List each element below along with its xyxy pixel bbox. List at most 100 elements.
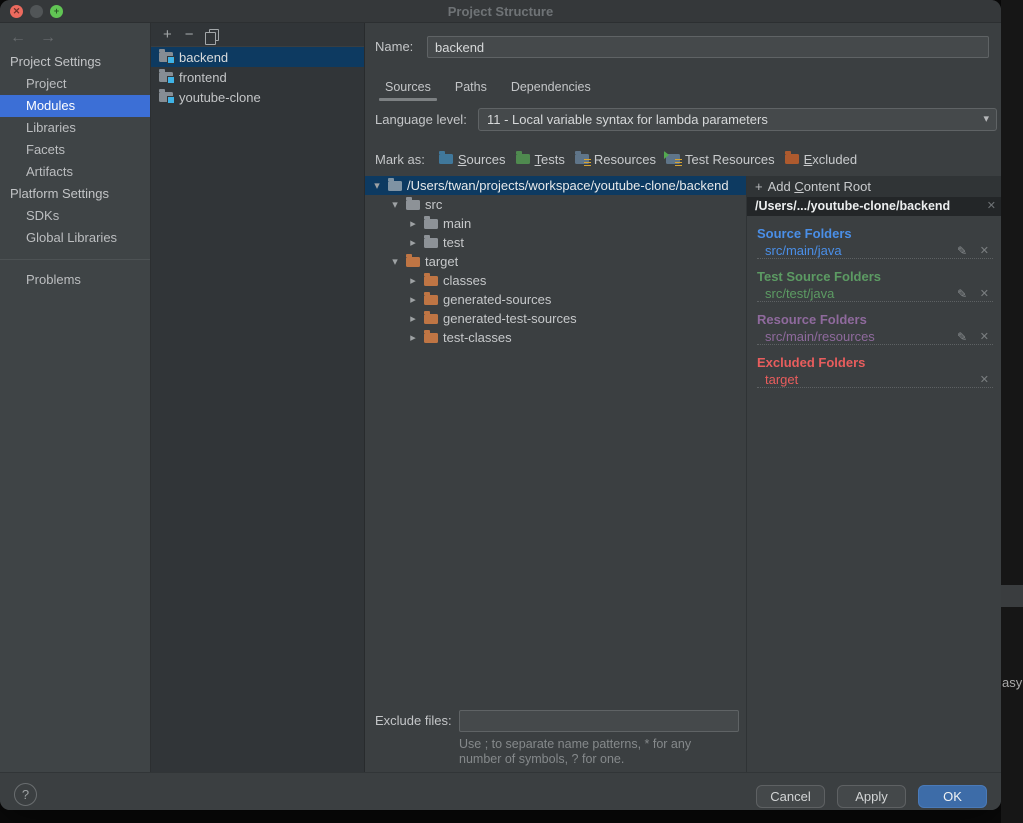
language-level-value: 11 - Local variable syntax for lambda pa… bbox=[487, 112, 768, 127]
mark-resources-button[interactable]: Resources bbox=[575, 152, 656, 167]
module-row-frontend[interactable]: frontend bbox=[151, 67, 364, 87]
close-icon[interactable]: ✕ bbox=[980, 372, 989, 389]
chevron-down-icon[interactable]: ▾ bbox=[389, 255, 401, 268]
chevron-right-icon[interactable]: ▸ bbox=[407, 217, 419, 230]
sidebar-nav: Project Settings Project Modules Librari… bbox=[0, 51, 150, 291]
background-window-text: asy bbox=[1002, 675, 1022, 690]
tree-row-generated-test-sources[interactable]: ▸ generated-test-sources bbox=[365, 309, 746, 328]
folder-entry[interactable]: src/main/java ✎ ✕ bbox=[757, 242, 993, 259]
source-folder-icon bbox=[439, 154, 453, 164]
sidebar-item-artifacts[interactable]: Artifacts bbox=[0, 161, 150, 183]
edit-icon[interactable]: ✎ bbox=[957, 329, 967, 346]
chevron-down-icon[interactable]: ▾ bbox=[389, 198, 401, 211]
folder-entry[interactable]: src/test/java ✎ ✕ bbox=[757, 285, 993, 302]
folder-entry[interactable]: target ✕ bbox=[757, 371, 993, 388]
project-structure-dialog: ✕ + Project Structure ←→ Project Setting… bbox=[0, 0, 1001, 810]
chevron-right-icon[interactable]: ▸ bbox=[407, 331, 419, 344]
chevron-right-icon[interactable]: ▸ bbox=[407, 293, 419, 306]
chevron-right-icon[interactable]: ▸ bbox=[407, 274, 419, 287]
title-bar[interactable]: ✕ + Project Structure bbox=[0, 0, 1001, 23]
content-root-tree: ▾ /Users/twan/projects/workspace/youtube… bbox=[365, 176, 746, 347]
mark-test-resources-button[interactable]: Test Resources bbox=[666, 152, 775, 167]
resources-folder-icon bbox=[575, 154, 589, 164]
cancel-button[interactable]: Cancel bbox=[756, 785, 825, 808]
resource-folders-group: Resource Folders src/main/resources ✎ ✕ bbox=[757, 311, 993, 345]
tree-label: generated-sources bbox=[443, 292, 551, 307]
close-icon[interactable]: ✕ bbox=[980, 286, 989, 303]
module-name: youtube-clone bbox=[179, 90, 261, 105]
sidebar-divider bbox=[0, 259, 150, 260]
sidebar-item-modules[interactable]: Modules bbox=[0, 95, 150, 117]
sidebar-header-platform-settings: Platform Settings bbox=[0, 183, 150, 205]
folder-icon bbox=[424, 314, 438, 324]
exclude-files-input[interactable] bbox=[459, 710, 739, 732]
edit-icon[interactable]: ✎ bbox=[957, 243, 967, 260]
folder-entry[interactable]: src/main/resources ✎ ✕ bbox=[757, 328, 993, 345]
tree-row-root[interactable]: ▾ /Users/twan/projects/workspace/youtube… bbox=[365, 176, 746, 195]
add-module-icon[interactable]: + bbox=[163, 23, 172, 47]
sidebar-item-global-libraries[interactable]: Global Libraries bbox=[0, 227, 150, 249]
copy-module-icon[interactable] bbox=[209, 29, 219, 41]
tree-label: main bbox=[443, 216, 471, 231]
edit-icon[interactable]: ✎ bbox=[957, 286, 967, 303]
sidebar-item-problems[interactable]: Problems bbox=[0, 269, 150, 291]
source-folders-group: Source Folders src/main/java ✎ ✕ bbox=[757, 225, 993, 259]
sidebar-item-sdks[interactable]: SDKs bbox=[0, 205, 150, 227]
tree-row-main[interactable]: ▸ main bbox=[365, 214, 746, 233]
tree-row-generated-sources[interactable]: ▸ generated-sources bbox=[365, 290, 746, 309]
tab-paths[interactable]: Paths bbox=[455, 75, 487, 99]
group-title: Test Source Folders bbox=[757, 268, 993, 285]
exclude-files-hint: Use ; to separate name patterns, * for a… bbox=[459, 737, 691, 767]
test-source-folders-group: Test Source Folders src/test/java ✎ ✕ bbox=[757, 268, 993, 302]
help-button[interactable]: ? bbox=[14, 783, 37, 806]
add-content-root-button[interactable]: +Add Content Root bbox=[747, 176, 1001, 197]
apply-button[interactable]: Apply bbox=[837, 785, 906, 808]
tab-dependencies[interactable]: Dependencies bbox=[511, 75, 591, 99]
mark-excluded-button[interactable]: Excluded bbox=[785, 152, 857, 167]
folder-path: target bbox=[765, 372, 798, 387]
sidebar-item-project[interactable]: Project bbox=[0, 73, 150, 95]
tree-row-classes[interactable]: ▸ classes bbox=[365, 271, 746, 290]
sidebar-item-facets[interactable]: Facets bbox=[0, 139, 150, 161]
sidebar-item-libraries[interactable]: Libraries bbox=[0, 117, 150, 139]
close-icon[interactable]: ✕ bbox=[980, 243, 989, 260]
chevron-right-icon[interactable]: ▸ bbox=[407, 236, 419, 249]
close-icon[interactable]: ✕ bbox=[980, 329, 989, 346]
tree-label: target bbox=[425, 254, 458, 269]
folder-path: src/main/resources bbox=[765, 329, 875, 344]
chevron-down-icon[interactable]: ▾ bbox=[371, 179, 383, 192]
content-root-header[interactable]: /Users/.../youtube-clone/backend ✕ bbox=[747, 197, 1001, 216]
tab-sources[interactable]: Sources bbox=[385, 75, 431, 99]
tree-label: /Users/twan/projects/workspace/youtube-c… bbox=[407, 178, 729, 193]
detail-tabs: Sources Paths Dependencies bbox=[385, 75, 591, 99]
group-title: Resource Folders bbox=[757, 311, 993, 328]
module-icon bbox=[159, 52, 173, 62]
forward-icon[interactable]: → bbox=[40, 29, 70, 46]
mark-tests-button[interactable]: Tests bbox=[516, 152, 565, 167]
language-level-dropdown[interactable]: 11 - Local variable syntax for lambda pa… bbox=[478, 108, 997, 131]
chevron-right-icon[interactable]: ▸ bbox=[407, 312, 419, 325]
window-title: Project Structure bbox=[0, 0, 1001, 23]
module-row-backend[interactable]: backend bbox=[151, 47, 364, 67]
tree-row-test[interactable]: ▸ test bbox=[365, 233, 746, 252]
module-name-input[interactable] bbox=[427, 36, 989, 58]
back-icon[interactable]: ← bbox=[10, 29, 40, 46]
mark-sources-button[interactable]: Sources bbox=[439, 152, 506, 167]
module-row-youtube-clone[interactable]: youtube-clone bbox=[151, 87, 364, 107]
tree-label: test-classes bbox=[443, 330, 512, 345]
test-resources-folder-icon bbox=[666, 154, 680, 164]
tree-row-test-classes[interactable]: ▸ test-classes bbox=[365, 328, 746, 347]
folder-icon bbox=[388, 181, 402, 191]
close-icon[interactable]: ✕ bbox=[987, 197, 996, 216]
chevron-down-icon: ▾ bbox=[983, 109, 989, 130]
tree-label: test bbox=[443, 235, 464, 250]
folder-icon bbox=[406, 200, 420, 210]
name-label: Name: bbox=[375, 36, 413, 58]
remove-module-icon[interactable]: − bbox=[185, 23, 194, 47]
ok-button[interactable]: OK bbox=[918, 785, 987, 808]
tree-row-src[interactable]: ▾ src bbox=[365, 195, 746, 214]
tree-row-target[interactable]: ▾ target bbox=[365, 252, 746, 271]
background-window-element bbox=[1001, 585, 1023, 607]
group-title: Excluded Folders bbox=[757, 354, 993, 371]
folder-icon bbox=[424, 295, 438, 305]
